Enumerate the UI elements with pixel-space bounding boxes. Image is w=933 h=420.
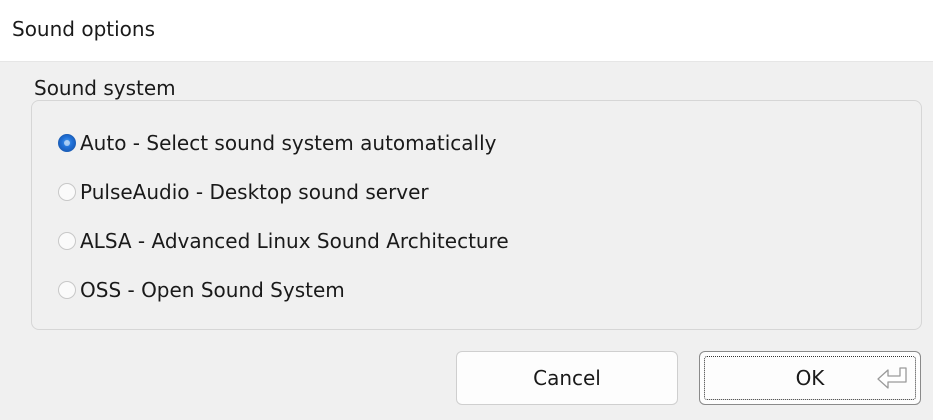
enter-key-icon xyxy=(877,367,907,389)
ok-button[interactable]: OK xyxy=(699,351,921,405)
ok-button-label: OK xyxy=(795,366,825,390)
dialog-title: Sound options xyxy=(12,17,155,41)
radio-option-alsa[interactable]: ALSA - Advanced Linux Sound Architecture xyxy=(58,224,509,258)
radio-label-alsa: ALSA - Advanced Linux Sound Architecture xyxy=(80,229,509,253)
cancel-button-label: Cancel xyxy=(533,366,601,390)
radio-label-oss: OSS - Open Sound System xyxy=(80,278,345,302)
sound-options-dialog: Sound options Sound system Auto - Select… xyxy=(0,0,933,420)
sound-system-group-label: Sound system xyxy=(34,76,176,100)
radio-option-pulseaudio[interactable]: PulseAudio - Desktop sound server xyxy=(58,175,429,209)
radio-label-pulseaudio: PulseAudio - Desktop sound server xyxy=(80,180,429,204)
radio-button-oss[interactable] xyxy=(58,281,76,299)
title-bar: Sound options xyxy=(0,0,933,62)
radio-button-auto[interactable] xyxy=(58,134,76,152)
cancel-button[interactable]: Cancel xyxy=(456,351,678,405)
radio-button-alsa[interactable] xyxy=(58,232,76,250)
radio-option-auto[interactable]: Auto - Select sound system automatically xyxy=(58,126,497,160)
radio-option-oss[interactable]: OSS - Open Sound System xyxy=(58,273,345,307)
radio-button-pulseaudio[interactable] xyxy=(58,183,76,201)
radio-label-auto: Auto - Select sound system automatically xyxy=(80,131,497,155)
